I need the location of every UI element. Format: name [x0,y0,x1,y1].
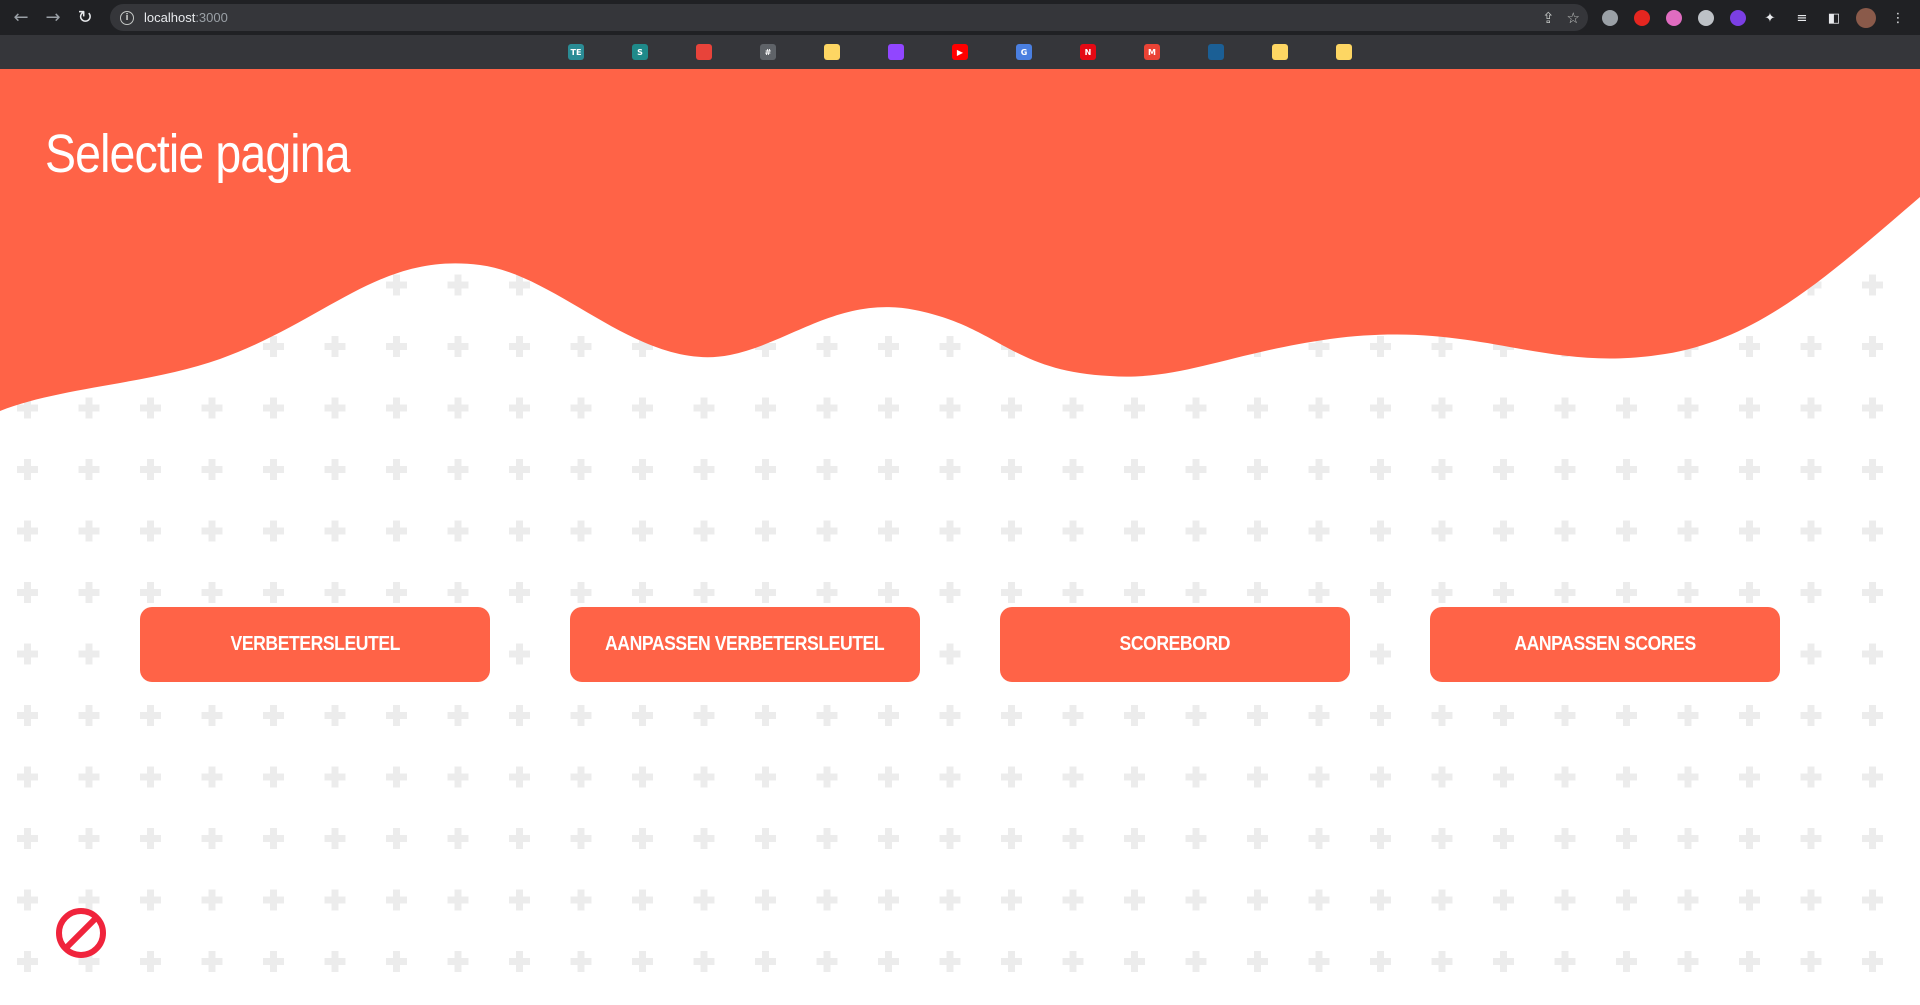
bookmarks-bar: TE S # ▶ G N M [0,35,1920,69]
netflix-bookmark-icon: N [1080,44,1096,60]
extension-red-icon[interactable] [1630,6,1654,30]
page-title: Selectie pagina [45,124,351,184]
translate-bookmark[interactable]: G [992,44,1056,60]
puzzle-icon[interactable]: ✦ [1758,6,1782,30]
steam-bookmark-icon [1208,44,1224,60]
browser-menu-icon[interactable]: ⋮ [1886,6,1910,30]
extensions-area: ✦ ≡ ◧ ⋮ [1598,5,1910,31]
back-button[interactable]: ← [5,2,37,34]
note-bookmark-2[interactable] [1248,44,1312,60]
twitch-bookmark[interactable] [864,44,928,60]
button-label: AANPASSEN VERBETERSLEUTEL [605,633,885,655]
site-info-icon[interactable]: i [120,10,134,25]
note-bookmark[interactable] [800,44,864,60]
note-bookmark-icon [824,44,840,60]
address-bar[interactable]: i localhost:3000 ⇪ ☆ [110,4,1588,31]
gmail-bookmark-icon: M [1144,44,1160,60]
side-panel-icon[interactable]: ◧ [1822,6,1846,30]
scorebord-button[interactable]: SCOREBORD [1000,607,1350,682]
block-icon[interactable] [55,907,107,959]
note-bookmark-3[interactable] [1312,44,1376,60]
sharepoint-bookmark-icon: S [632,44,648,60]
steam-bookmark[interactable] [1184,44,1248,60]
netflix-bookmark[interactable]: N [1056,44,1120,60]
extension-gray-icon[interactable] [1598,6,1622,30]
forward-arrow-icon: → [45,7,61,28]
gmail-bookmark[interactable]: M [1120,44,1184,60]
verbetersleutel-button[interactable]: VERBETERSLEUTEL [140,607,490,682]
note-bookmark-2-icon [1272,44,1288,60]
twitch-bookmark-icon [888,44,904,60]
extension-camera-icon[interactable] [1694,6,1718,30]
browser-toolbar: ← → ↻ i localhost:3000 ⇪ ☆ ✦ ≡ ◧ ⋮ [0,0,1920,35]
bookmark-star-icon[interactable]: ☆ [1567,9,1580,27]
hash-bookmark[interactable]: # [736,44,800,60]
youtube-bookmark-icon: ▶ [952,44,968,60]
selection-buttons: VERBETERSLEUTEL AANPASSEN VERBETERSLEUTE… [140,607,1780,682]
teams-bookmark[interactable]: TE [544,44,608,60]
back-arrow-icon: ← [13,7,29,28]
aanpassen-verbetersleutel-button[interactable]: AANPASSEN VERBETERSLEUTEL [570,607,920,682]
extension-p-icon[interactable] [1726,6,1750,30]
sharepoint-bookmark[interactable]: S [608,44,672,60]
hash-bookmark-icon: # [760,44,776,60]
share-icon[interactable]: ⇪ [1542,9,1555,27]
teams-bookmark-icon: TE [568,44,584,60]
media-control-icon[interactable]: ≡ [1790,6,1814,30]
reload-button[interactable]: ↻ [69,2,101,34]
page-content: Selectie pagina VERBETERSLEUTEL AANPASSE… [0,69,1920,1005]
forward-button[interactable]: → [37,2,69,34]
dashed-circle-bookmark[interactable] [672,44,736,60]
note-bookmark-3-icon [1336,44,1352,60]
button-label: AANPASSEN SCORES [1514,633,1696,655]
translate-bookmark-icon: G [1016,44,1032,60]
youtube-bookmark[interactable]: ▶ [928,44,992,60]
dashed-circle-bookmark-icon [696,44,712,60]
profile-avatar[interactable] [1854,6,1878,30]
button-label: VERBETERSLEUTEL [230,633,400,655]
aanpassen-scores-button[interactable]: AANPASSEN SCORES [1430,607,1780,682]
extension-gradient-icon[interactable] [1662,6,1686,30]
url-text[interactable]: localhost:3000 [144,10,228,25]
button-label: SCOREBORD [1119,633,1231,655]
reload-icon: ↻ [77,7,93,28]
